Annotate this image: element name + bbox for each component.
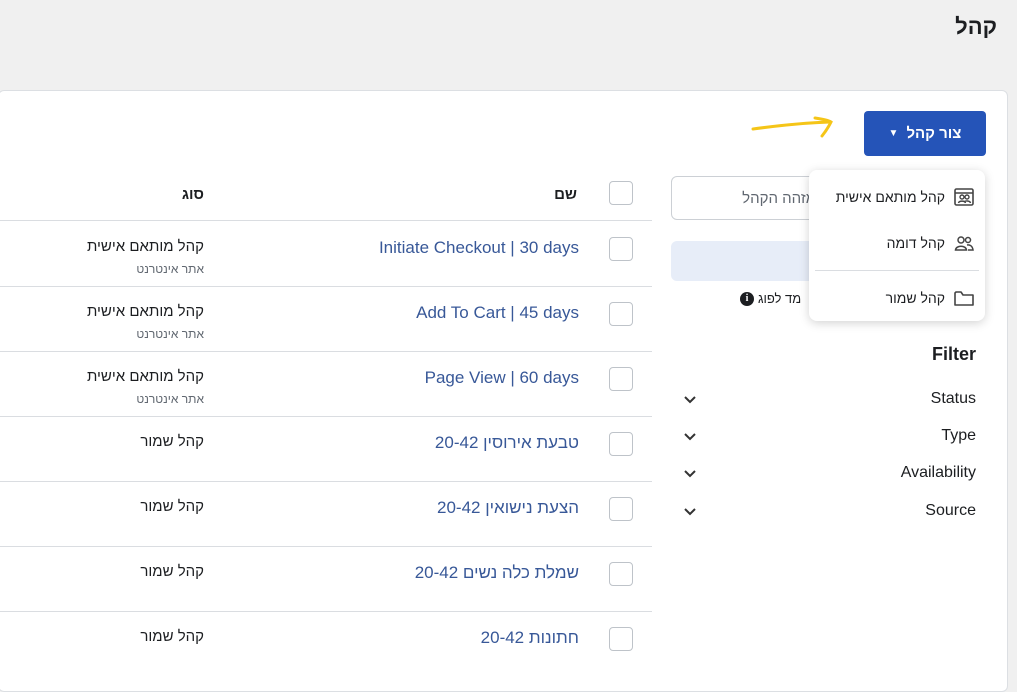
table-row[interactable]: חתונות 20-42 קהל שמור [0, 611, 652, 676]
custom-audience-icon [954, 188, 974, 206]
menu-item-label: קהל דומה [886, 235, 945, 251]
menu-item-label: קהל מותאם אישית [835, 189, 945, 205]
audience-id-input[interactable] [684, 188, 818, 208]
audience-source: אתר אינטרנט [136, 262, 204, 276]
audience-name-link[interactable]: הצעת נישואין 20-42 [437, 498, 579, 518]
filter-source[interactable]: Source [682, 499, 976, 523]
row-checkbox[interactable] [609, 237, 633, 261]
filter-label: Type [941, 427, 976, 444]
menu-divider [815, 270, 979, 271]
info-icon: i [740, 291, 754, 306]
filter-type[interactable]: Type [682, 424, 976, 448]
select-all-checkbox[interactable] [609, 181, 633, 205]
search-button-bar[interactable] [671, 241, 821, 281]
table-row[interactable]: שמלת כלה נשים 20-42 קהל שמור [0, 546, 652, 612]
audience-name-link[interactable]: Page View | 60 days [425, 368, 579, 388]
audience-id-search[interactable] [671, 176, 831, 220]
audience-type: קהל מותאם אישית [86, 368, 204, 385]
audience-type: קהל שמור [140, 563, 204, 580]
filter-label: Status [930, 390, 976, 407]
create-audience-label: צור קהל [906, 125, 962, 142]
audience-name-link[interactable]: חתונות 20-42 [481, 628, 579, 648]
table-row[interactable]: טבעת אירוסין 20-42 קהל שמור [0, 416, 652, 482]
audience-name-link[interactable]: Initiate Checkout | 30 days [379, 238, 579, 258]
audience-name-link[interactable]: Add To Cart | 45 days [416, 303, 579, 323]
row-checkbox[interactable] [609, 627, 633, 651]
chevron-down-icon [684, 396, 696, 404]
expiry-notice-text: מד לפוג [758, 291, 802, 306]
table-row[interactable]: Initiate Checkout | 30 days קהל מותאם אי… [0, 221, 652, 287]
column-header-type: סוג [181, 186, 204, 203]
audience-type: קהל שמור [140, 498, 204, 515]
audience-type: קהל מותאם אישית [86, 303, 204, 320]
menu-item-label: קהל שמור [885, 290, 945, 306]
table-header: שם סוג [0, 170, 652, 221]
table-row[interactable]: Page View | 60 days קהל מותאם אישית אתר … [0, 351, 652, 417]
audience-type: קהל שמור [140, 433, 204, 450]
filter-title: Filter [931, 344, 976, 364]
audience-type: קהל שמור [140, 628, 204, 645]
column-header-name: שם [554, 186, 577, 203]
page-title: קהל [955, 14, 997, 39]
audience-name-link[interactable]: שמלת כלה נשים 20-42 [415, 563, 579, 583]
menu-item-lookalike-audience[interactable]: קהל דומה [809, 220, 985, 266]
menu-item-saved-audience[interactable]: קהל שמור [809, 275, 985, 321]
caret-down-icon: ▼ [888, 128, 899, 139]
audience-source: אתר אינטרנט [136, 392, 204, 406]
expiry-notice: i מד לפוג [740, 291, 801, 306]
create-audience-menu: קהל מותאם אישית קהל דומה קהל שמור [809, 170, 985, 321]
audience-source: אתר אינטרנט [136, 327, 204, 341]
table-row[interactable]: הצעת נישואין 20-42 קהל שמור [0, 481, 652, 547]
create-audience-button[interactable]: צור קהל ▼ [864, 111, 986, 156]
filter-availability[interactable]: Availability [682, 461, 976, 485]
row-checkbox[interactable] [609, 432, 633, 456]
chevron-down-icon [684, 508, 696, 516]
chevron-down-icon [684, 433, 696, 441]
chevron-down-icon [684, 470, 696, 478]
filter-label: Source [925, 502, 976, 519]
table-row[interactable]: Add To Cart | 45 days קהל מותאם אישית את… [0, 286, 652, 352]
annotation-arrow-icon [751, 116, 833, 138]
audience-type: קהל מותאם אישית [86, 238, 204, 255]
row-checkbox[interactable] [609, 367, 633, 391]
people-icon [954, 236, 974, 251]
folder-icon [954, 291, 974, 306]
filter-label: Availability [900, 464, 976, 481]
row-checkbox[interactable] [609, 562, 633, 586]
menu-item-custom-audience[interactable]: קהל מותאם אישית [809, 174, 985, 220]
row-checkbox[interactable] [609, 302, 633, 326]
filter-status[interactable]: Status [682, 387, 976, 411]
row-checkbox[interactable] [609, 497, 633, 521]
audience-name-link[interactable]: טבעת אירוסין 20-42 [435, 433, 579, 453]
